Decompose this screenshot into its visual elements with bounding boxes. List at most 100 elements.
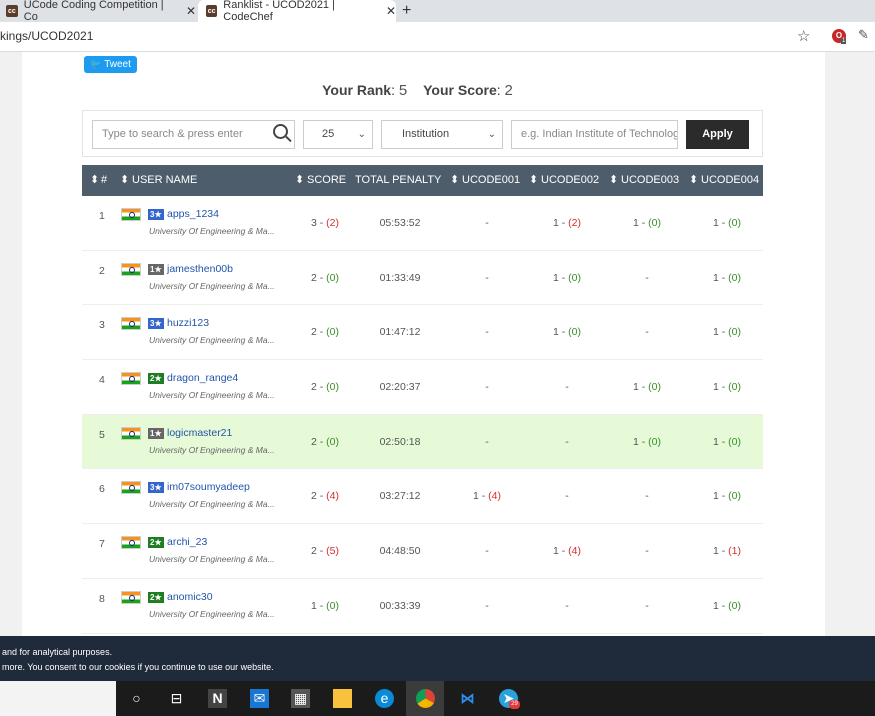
tab-close-icon[interactable]: ✕ bbox=[386, 4, 396, 18]
problem-score: 1 - bbox=[632, 381, 649, 394]
col-username[interactable]: USER NAME bbox=[132, 165, 197, 196]
problem-cell: 1 - (2) bbox=[532, 217, 602, 229]
institution-type-select[interactable]: Institution ⌄ bbox=[381, 120, 503, 149]
username-link[interactable]: anomic30 bbox=[167, 591, 213, 603]
col-ucode004[interactable]: UCODE004 bbox=[701, 165, 759, 196]
sort-icon[interactable]: ⬍ bbox=[120, 165, 129, 196]
n-app-icon[interactable]: N bbox=[208, 689, 227, 708]
problem-penalty: (0) bbox=[648, 381, 661, 394]
score-cell: 2 - (4) bbox=[310, 490, 340, 503]
score-penalty: (5) bbox=[326, 545, 340, 558]
table-row: 4 2★ dragon_range4 University Of Engineerin… bbox=[82, 360, 763, 415]
problem-penalty: (0) bbox=[728, 326, 741, 339]
sort-icon[interactable]: ⬍ bbox=[450, 165, 459, 196]
problem-score: 1 - bbox=[712, 490, 729, 503]
search-input[interactable]: Type to search & press enter bbox=[92, 120, 295, 149]
problem-score: - bbox=[565, 490, 569, 503]
table-row: 5 1★ logicmaster21 University Of Engineerin… bbox=[82, 414, 763, 470]
rank-cell: 4 bbox=[99, 374, 105, 387]
sort-icon[interactable]: ⬍ bbox=[295, 165, 304, 196]
score-cell: 3 - (2) bbox=[310, 217, 340, 229]
problem-score: 1 - bbox=[712, 271, 729, 284]
username-link[interactable]: im07soumyadeep bbox=[167, 481, 250, 493]
problem-score: 1 - bbox=[552, 217, 569, 229]
col-total-penalty[interactable]: TOTAL PENALTY bbox=[355, 165, 441, 196]
rank-cell: 3 bbox=[99, 319, 105, 332]
institution-text: University Of Engineering & Ma... bbox=[149, 554, 275, 565]
rows-per-page-select[interactable]: 25 ⌄ bbox=[303, 120, 373, 149]
username-link[interactable]: logicmaster21 bbox=[167, 427, 232, 439]
cookie-text-1: and for analytical purposes. bbox=[2, 647, 113, 657]
eyedropper-icon[interactable]: ✎ bbox=[858, 27, 869, 43]
score-cell: 2 - (0) bbox=[310, 435, 340, 448]
username-link[interactable]: archi_23 bbox=[167, 536, 207, 548]
sort-icon[interactable]: ⬍ bbox=[689, 165, 698, 196]
cookie-banner: and for analytical purposes. more. You c… bbox=[0, 636, 875, 681]
table-row: 2 1★ jamesthen00b University Of Engineering… bbox=[82, 251, 763, 306]
new-tab-icon[interactable]: + bbox=[402, 0, 411, 22]
tweet-button[interactable]: 🐦 Tweet bbox=[84, 56, 137, 73]
cortana-icon[interactable]: ○ bbox=[127, 689, 146, 708]
problem-cell: 1 - (0) bbox=[532, 272, 602, 284]
problem-score: - bbox=[485, 217, 489, 229]
problem-penalty: (0) bbox=[648, 435, 661, 448]
sort-icon[interactable]: ⬍ bbox=[609, 165, 618, 196]
url-field[interactable]: kings/UCOD2021 bbox=[0, 29, 93, 43]
search-icon[interactable] bbox=[273, 124, 288, 139]
score-penalty: (0) bbox=[326, 271, 340, 284]
browser-tab-ucode[interactable]: cc UCode Coding Competition | Co ✕ bbox=[0, 0, 196, 23]
india-flag-icon bbox=[121, 317, 141, 331]
problem-penalty: (0) bbox=[728, 435, 741, 448]
username-link[interactable]: dragon_range4 bbox=[167, 372, 238, 384]
browser-tab-ranklist[interactable]: cc Ranklist - UCOD2021 | CodeChef ✕ bbox=[198, 0, 396, 23]
username-link[interactable]: apps_1234 bbox=[167, 208, 219, 220]
ranklist-page: 🐦 Tweet Your Rank: 5 Your Score: 2 Type … bbox=[22, 52, 825, 636]
india-flag-icon bbox=[121, 590, 141, 604]
problem-cell: 1 - (0) bbox=[612, 381, 682, 393]
problem-score: 1 - bbox=[472, 490, 489, 503]
score-penalty: (2) bbox=[326, 217, 340, 229]
chrome-icon[interactable] bbox=[416, 689, 435, 708]
sort-icon[interactable]: ⬍ bbox=[90, 165, 99, 196]
rank-cell: 8 bbox=[99, 592, 105, 605]
problem-score: - bbox=[645, 326, 649, 339]
chevron-down-icon: ⌄ bbox=[487, 129, 496, 140]
india-flag-icon bbox=[121, 208, 141, 221]
col-rank[interactable]: # bbox=[101, 165, 107, 196]
tab-title: Ranklist - UCOD2021 | CodeChef bbox=[223, 0, 335, 23]
tab-close-icon[interactable]: ✕ bbox=[186, 4, 196, 18]
problem-penalty: (0) bbox=[728, 217, 741, 229]
problem-penalty: (0) bbox=[648, 217, 661, 229]
star-rating-badge: 3★ bbox=[148, 209, 164, 220]
problem-penalty: (0) bbox=[728, 490, 741, 503]
rank-summary: Your Rank: 5 Your Score: 2 bbox=[322, 82, 513, 99]
apply-button[interactable]: Apply bbox=[686, 120, 749, 149]
problem-score: 1 - bbox=[712, 217, 729, 229]
vscode-icon[interactable]: ⋈ bbox=[458, 689, 477, 708]
institution-input[interactable]: e.g. Indian Institute of Technolog bbox=[511, 120, 678, 149]
store-icon[interactable]: ▦ bbox=[291, 689, 310, 708]
problem-score: 1 - bbox=[712, 545, 729, 558]
col-ucode003[interactable]: UCODE003 bbox=[621, 165, 679, 196]
edge-icon[interactable]: e bbox=[375, 689, 394, 708]
task-view-icon[interactable]: ⊟ bbox=[167, 689, 186, 708]
problem-cell: - bbox=[532, 381, 602, 393]
penalty-cell: 05:53:52 bbox=[379, 217, 421, 229]
taskbar-search-box[interactable] bbox=[0, 681, 116, 716]
mail-icon[interactable]: ✉ bbox=[250, 689, 269, 708]
filter-bar: Type to search & press enter 25 ⌄ Instit… bbox=[82, 110, 763, 157]
penalty-cell: 04:48:50 bbox=[379, 545, 421, 558]
score-penalty: (0) bbox=[326, 435, 340, 448]
col-ucode001[interactable]: UCODE001 bbox=[462, 165, 520, 196]
username-link[interactable]: huzzi123 bbox=[167, 317, 209, 329]
file-explorer-icon[interactable] bbox=[333, 689, 352, 708]
institution-text: University Of Engineering & Ma... bbox=[149, 608, 275, 619]
col-score[interactable]: SCORE bbox=[307, 165, 346, 196]
score-cell: 2 - (5) bbox=[310, 545, 340, 558]
codechef-favicon-icon: cc bbox=[206, 5, 218, 17]
col-ucode002[interactable]: UCODE002 bbox=[541, 165, 599, 196]
problem-cell: - bbox=[532, 490, 602, 502]
bookmark-star-icon[interactable]: ☆ bbox=[797, 27, 810, 45]
username-link[interactable]: jamesthen00b bbox=[167, 263, 233, 275]
sort-icon[interactable]: ⬍ bbox=[529, 165, 538, 196]
